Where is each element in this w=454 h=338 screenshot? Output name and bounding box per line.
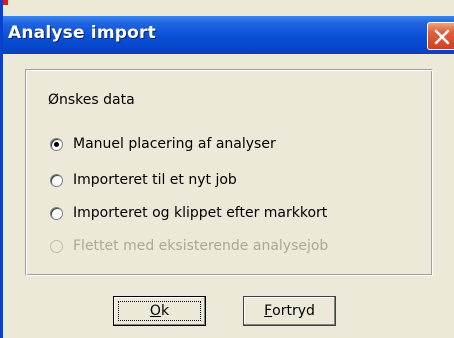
title-bar[interactable]: Analyse import: [3, 16, 454, 54]
radio-label: Importeret og klippet efter markkort: [73, 205, 328, 221]
radio-label: Importeret til et nyt job: [73, 172, 237, 188]
window-title: Analyse import: [8, 23, 156, 43]
radio-button[interactable]: [50, 173, 63, 187]
cancel-label-rest: ortryd: [272, 303, 315, 319]
radio-label-disabled: Flettet med eksisterende analysejob: [73, 238, 329, 254]
cancel-button[interactable]: Fortryd: [243, 296, 336, 326]
radio-button-disabled: [50, 239, 63, 253]
radio-import-new-job[interactable]: Importeret til et nyt job: [50, 170, 237, 190]
close-icon: [434, 29, 450, 45]
radio-button[interactable]: [50, 206, 63, 220]
radio-merge-existing-job: Flettet med eksisterende analysejob: [50, 236, 328, 256]
radio-manual-placement[interactable]: Manuel placering af analyser: [50, 134, 276, 154]
ok-button[interactable]: Ok: [113, 296, 206, 326]
focus-rectangle: [118, 301, 201, 321]
radio-import-clip-fieldmap[interactable]: Importeret og klippet efter markkort: [50, 203, 327, 223]
cancel-accelerator: F: [264, 303, 273, 319]
group-label: Ønskes data: [48, 92, 135, 108]
window-corner-fragment: [3, 0, 8, 5]
close-button[interactable]: [427, 22, 454, 50]
radio-label: Manuel placering af analyser: [73, 136, 276, 152]
radio-button-checked[interactable]: [50, 137, 63, 151]
